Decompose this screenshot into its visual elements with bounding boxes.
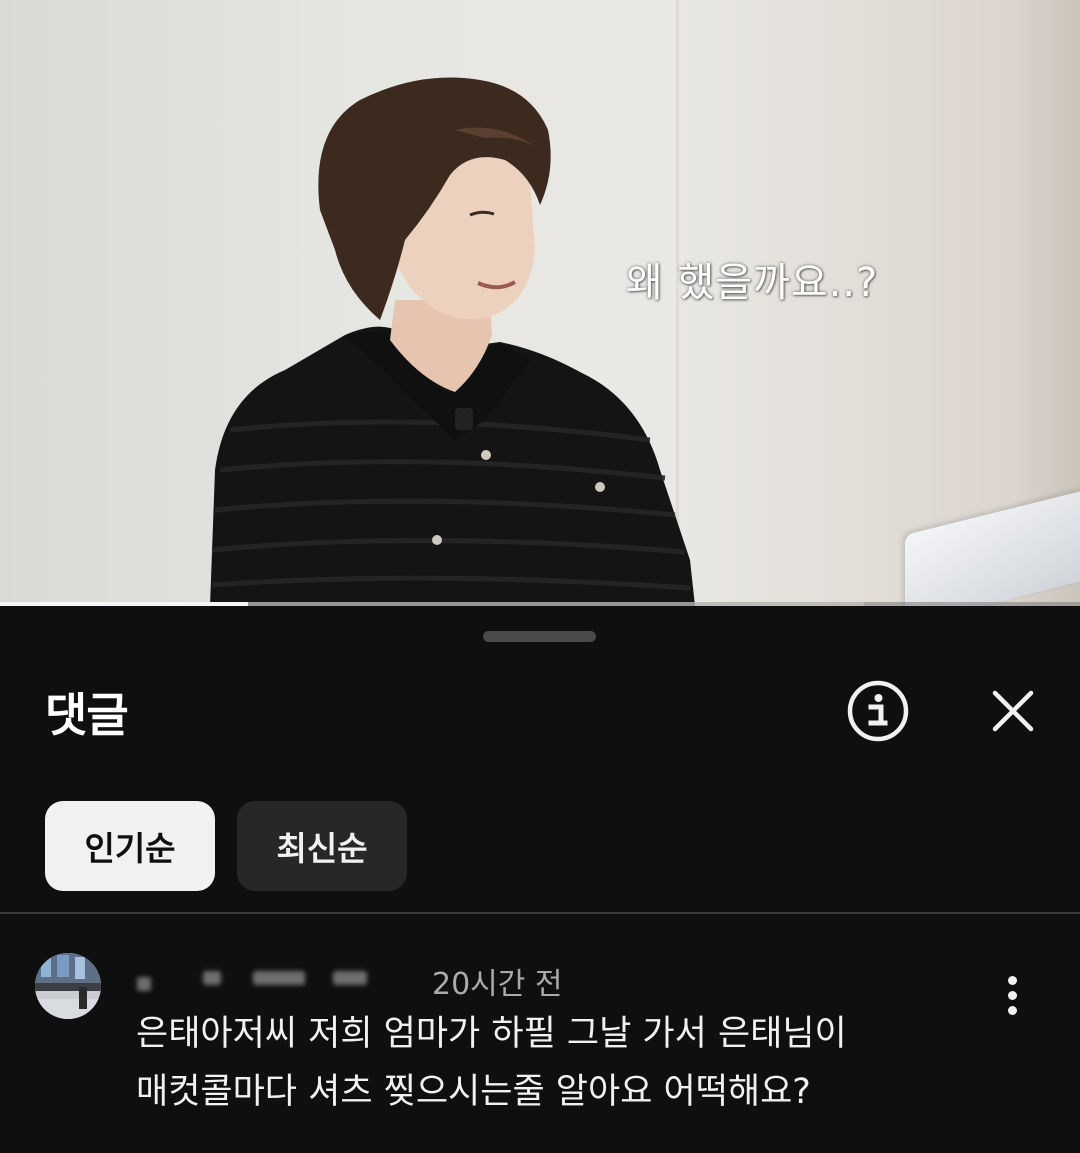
close-button[interactable] [982,678,1044,744]
avatar[interactable] [35,953,101,1019]
divider [0,912,1080,914]
sort-chip-popular[interactable]: 인기순 [45,801,215,891]
comment-timestamp: 20시간 전 [432,967,563,1002]
more-vert-icon [1007,975,1017,985]
comments-title: 댓글 [45,688,129,742]
comment-text: 은태아저씨 저희 엄마가 하필 그날 가서 은태님이 매컷콜마다 셔츠 찢으시는… [136,1005,996,1121]
sort-chip-newest[interactable]: 최신순 [237,801,407,891]
info-button[interactable] [845,678,911,744]
video-frame-person [210,77,695,606]
comment-text-line: 매컷콜마다 셔츠 찢으시는줄 알아요 어떡해요? [136,1072,811,1112]
video-caption: 왜 했을까요..? [626,260,879,306]
more-options-button[interactable] [990,965,1034,1025]
close-icon [992,690,1034,732]
author-name-blurred[interactable] [135,967,375,993]
comment-text-line: 은태아저씨 저희 엄마가 하필 그날 가서 은태님이 [136,1014,847,1054]
comment-item: 20시간 전 은태아저씨 저희 엄마가 하필 그날 가서 은태님이 매컷콜마다 … [0,947,1080,1153]
avatar-image [35,953,101,1019]
drag-handle[interactable] [483,631,596,642]
info-icon [847,680,909,742]
comments-sheet: 댓글 인기순 최신순 20시간 전 은태아저씨 저희 엄마가 하필 그날 가서 … [0,607,1080,1153]
video-played-bar [0,602,249,606]
video-player[interactable]: 왜 했을까요..? [0,0,1080,606]
video-progress-bar[interactable] [0,602,1080,606]
